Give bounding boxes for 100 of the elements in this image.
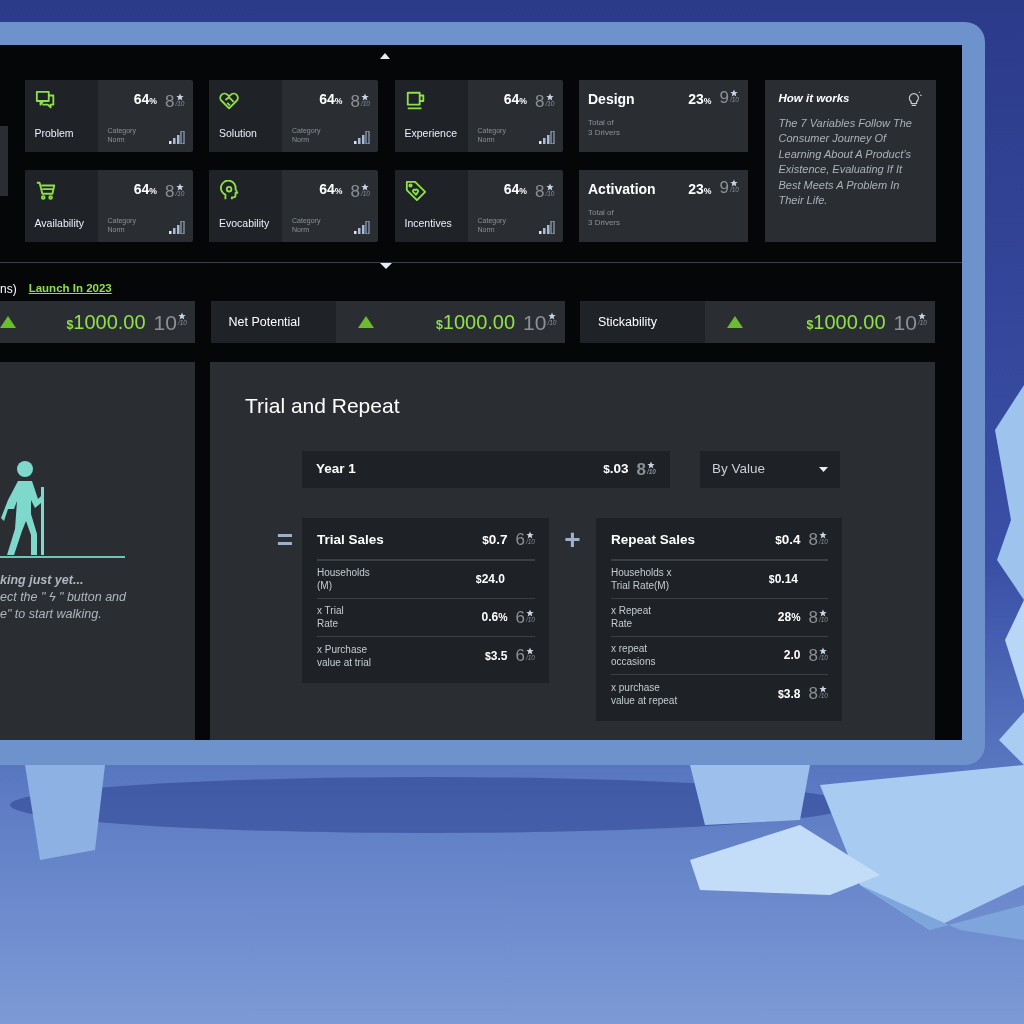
star-icon <box>526 531 535 540</box>
amount-value: $.03 <box>603 459 629 478</box>
equals-sign: = <box>275 525 295 554</box>
caret-up-icon[interactable] <box>380 53 390 59</box>
formula-label: x Repeat Rate <box>611 604 652 631</box>
score-value: 10 <box>523 311 547 333</box>
score-value: 8 <box>350 183 360 200</box>
star-icon <box>647 460 656 469</box>
empty-state-text: ect the " ϟ " button and <box>0 588 128 606</box>
amount-value: $24.0 <box>475 571 505 589</box>
score-value: 8 <box>808 646 818 664</box>
formula-label: x purchase value at repeat <box>611 680 678 707</box>
score-value: 6 <box>515 647 525 665</box>
group-note: Total of 3 Drivers <box>588 118 621 138</box>
score-value: 8 <box>808 608 818 626</box>
metric-label: Stickability <box>598 313 658 331</box>
score-value: 10 <box>893 311 917 333</box>
score-value: 6 <box>515 608 525 626</box>
sort-dropdown[interactable]: By Value <box>700 450 840 488</box>
signal-bars-icon <box>354 131 370 144</box>
period-label: Year 1 <box>316 459 357 478</box>
driver-label: Evocability <box>219 216 271 232</box>
amount-value: $3.5 <box>484 647 508 665</box>
signal-bars-icon <box>168 131 185 144</box>
score-value: 8 <box>535 93 545 110</box>
driver-label: Incentives <box>404 216 453 232</box>
empty-state-text: e" to start walking. <box>0 605 103 623</box>
amount-value: 28% <box>777 609 801 627</box>
shopping-cart-icon <box>34 180 57 202</box>
card-edge <box>0 126 8 196</box>
star-icon <box>545 183 554 191</box>
group-title: Activation <box>588 180 656 199</box>
percent-value: 64% <box>319 180 343 199</box>
driver-label: Solution <box>219 126 258 142</box>
percent-value: 64% <box>133 180 157 199</box>
score-value: 8 <box>636 460 646 478</box>
formula-label: x repeat occasions <box>611 642 656 669</box>
star-icon <box>819 685 828 694</box>
formula-label: x Trial Rate <box>317 604 344 631</box>
star-icon <box>175 183 184 191</box>
head-gear-icon <box>219 180 241 202</box>
cup-icon <box>404 90 427 112</box>
empty-state-title: king just yet... <box>0 572 85 589</box>
amount-value: $0.7 <box>482 530 508 549</box>
percent-value: 64% <box>319 90 343 109</box>
star-icon <box>526 608 535 617</box>
panel-title: Trial and Repeat <box>245 393 401 419</box>
score-value: 8 <box>350 93 360 110</box>
percent-value: 23% <box>688 90 712 109</box>
group-title: Design <box>588 90 635 109</box>
driver-label: Problem <box>34 126 75 142</box>
star-icon <box>730 179 739 187</box>
formula-label: Households x Trial Rate(M) <box>611 566 672 593</box>
star-icon <box>175 93 184 101</box>
amount-value: $3.8 <box>777 685 801 703</box>
section-label: ns) <box>0 280 17 298</box>
amount-value: $0.14 <box>768 571 798 589</box>
signal-bars-icon <box>354 221 370 234</box>
driver-label: Availability <box>34 216 85 232</box>
amount-value: $1000.00 <box>806 310 886 335</box>
formula-title: Repeat Sales <box>611 530 696 549</box>
amount-value: $1000.00 <box>66 310 146 335</box>
plus-sign: + <box>563 525 582 554</box>
score-value: 8 <box>535 183 545 200</box>
star-icon <box>361 93 370 101</box>
amount-value: $0.4 <box>775 530 801 549</box>
star-icon <box>526 647 535 656</box>
amount-value: $1000.00 <box>435 310 516 335</box>
star-icon <box>819 646 828 655</box>
formula-title: Trial Sales <box>317 530 384 549</box>
score-value: 8 <box>165 183 175 200</box>
amount-value: 0.6% <box>481 609 508 627</box>
launch-link[interactable]: Launch In 2023 <box>28 279 112 298</box>
score-value: 9 <box>719 89 729 106</box>
formula-label: Households (M) <box>317 566 370 593</box>
star-icon <box>730 89 739 97</box>
score-value: 6 <box>515 531 525 549</box>
signal-bars-icon <box>538 221 555 234</box>
star-icon <box>918 311 927 320</box>
percent-value: 64% <box>503 90 527 109</box>
caret-down-icon[interactable] <box>380 263 392 269</box>
score-value: 8 <box>808 531 818 549</box>
info-title: How it works <box>778 91 850 106</box>
driver-label: Experience <box>404 126 459 142</box>
amount-value: 2.0 <box>783 647 801 665</box>
caret-icon <box>819 466 828 472</box>
star-icon <box>547 311 556 320</box>
star-icon <box>178 311 187 320</box>
star-icon <box>819 531 828 540</box>
star-icon <box>819 608 828 617</box>
tag-icon <box>404 180 427 202</box>
star-icon <box>545 93 554 101</box>
percent-value: 64% <box>133 90 157 109</box>
formula-label: x Purchase value at trial <box>317 642 371 669</box>
metric-label: Net Potential <box>228 313 301 331</box>
score-value: 10 <box>153 311 177 333</box>
percent-value: 23% <box>688 180 712 199</box>
group-note: Total of 3 Drivers <box>588 208 621 228</box>
score-value: 9 <box>719 179 729 196</box>
signal-bars-icon <box>538 131 555 144</box>
